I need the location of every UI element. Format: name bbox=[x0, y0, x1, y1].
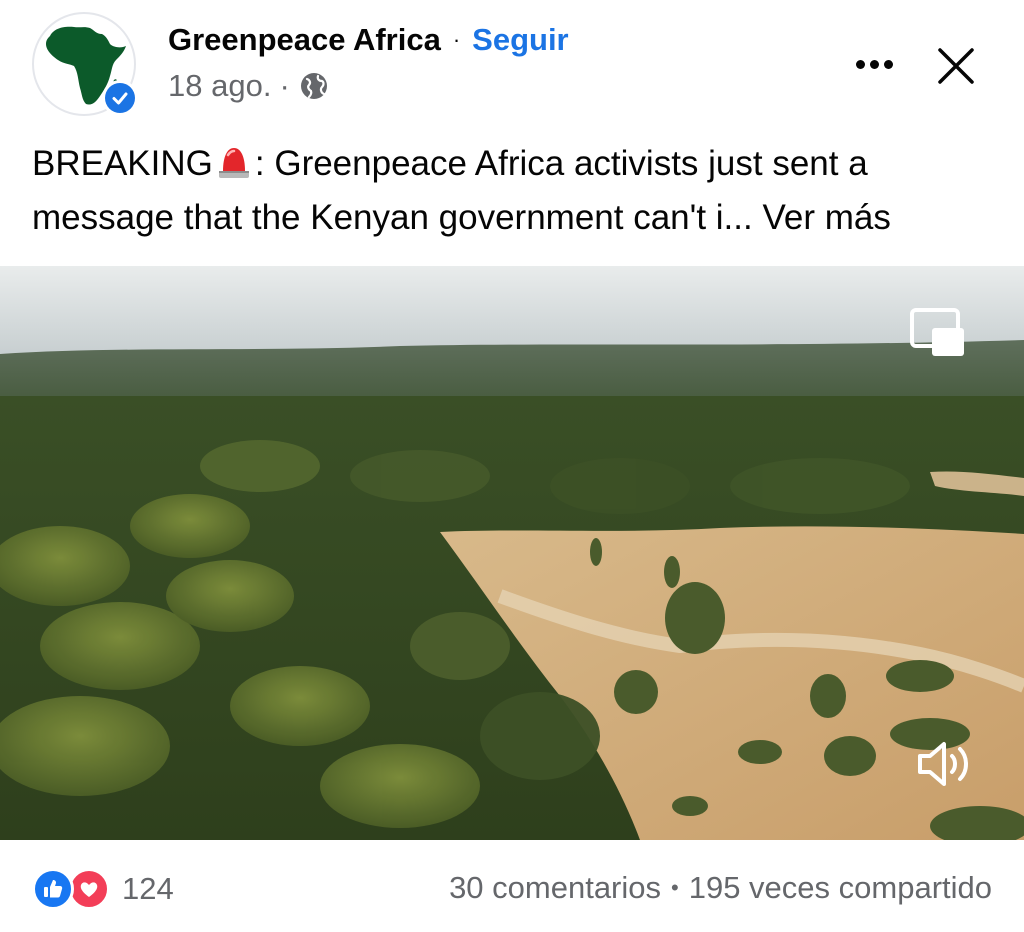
post-message: BREAKING : Greenpeace Africa activists j… bbox=[32, 140, 992, 242]
comments-link[interactable]: 30 comentarios bbox=[449, 870, 661, 906]
love-icon bbox=[68, 868, 110, 910]
follow-button[interactable]: Seguir bbox=[472, 20, 568, 60]
like-icon bbox=[32, 868, 74, 910]
close-button[interactable] bbox=[930, 40, 982, 92]
more-dot-icon bbox=[883, 59, 893, 69]
post-meta: 18 ago. · bbox=[168, 66, 330, 106]
speaker-icon[interactable] bbox=[914, 736, 974, 792]
aerial-forest-frame bbox=[0, 266, 1024, 840]
page-avatar[interactable] bbox=[32, 12, 138, 116]
author-name[interactable]: Greenpeace Africa bbox=[168, 20, 441, 60]
meta-separator: · bbox=[279, 68, 290, 103]
more-dot-icon bbox=[855, 59, 865, 69]
rotating-light-icon bbox=[215, 143, 253, 194]
stats-separator: • bbox=[671, 875, 679, 900]
more-options-button[interactable] bbox=[848, 46, 900, 82]
name-separator: · bbox=[452, 27, 461, 52]
post-footer: 124 30 comentarios • 195 veces compartid… bbox=[0, 840, 1024, 932]
reactions-summary[interactable]: 124 bbox=[32, 868, 174, 910]
shares-link[interactable]: 195 veces compartido bbox=[689, 870, 992, 906]
more-dot-icon bbox=[869, 59, 879, 69]
post-date[interactable]: 18 ago. bbox=[168, 66, 271, 106]
globe-icon[interactable] bbox=[298, 70, 330, 102]
see-more-link[interactable]: Ver más bbox=[762, 198, 890, 237]
engagement-stats: 30 comentarios • 195 veces compartido bbox=[449, 870, 992, 906]
picture-in-picture-icon[interactable] bbox=[908, 306, 966, 360]
verified-badge bbox=[102, 80, 138, 116]
checkmark-icon bbox=[112, 92, 128, 105]
post-text-breaking: BREAKING bbox=[32, 144, 213, 183]
video-player[interactable] bbox=[0, 266, 1024, 840]
close-icon bbox=[938, 48, 974, 84]
reaction-count: 124 bbox=[122, 871, 174, 906]
post-header: Greenpeace Africa · Seguir 18 ago. · bbox=[0, 0, 1024, 130]
author-row: Greenpeace Africa · Seguir bbox=[168, 20, 569, 60]
